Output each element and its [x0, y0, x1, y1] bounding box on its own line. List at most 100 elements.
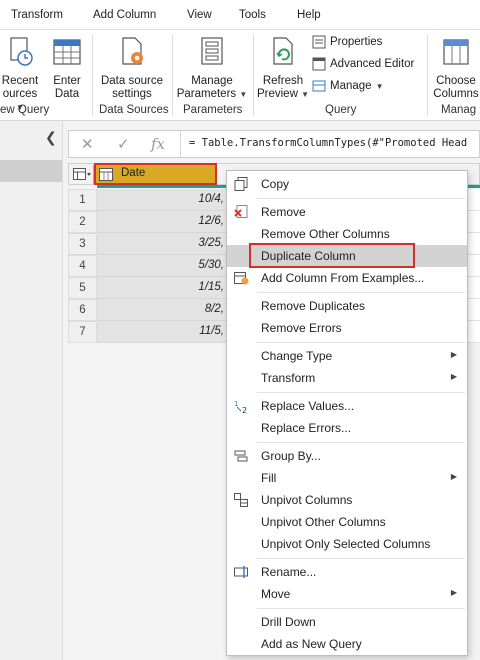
choose-columns-label-2: Columns: [433, 88, 479, 100]
data-source-settings-button[interactable]: Data source settings: [97, 36, 167, 101]
menu-item-remove-duplicates-label: Remove Duplicates: [261, 299, 366, 313]
table-menu-icon[interactable]: [73, 168, 91, 181]
menu-item-transform[interactable]: Transform ▶: [227, 367, 467, 389]
unpivot-columns-icon: [234, 493, 248, 507]
row-number: 5: [68, 277, 97, 299]
fx-icon[interactable]: fx: [151, 135, 165, 153]
submenu-arrow-icon: ▶: [450, 588, 457, 597]
manage-parameters-button[interactable]: Manage Parameters ▼: [176, 36, 248, 101]
advanced-editor-icon: [312, 57, 326, 71]
commit-icon[interactable]: ✓: [117, 135, 130, 153]
cancel-icon[interactable]: ✕: [81, 135, 94, 153]
copy-icon: [234, 177, 248, 191]
menu-item-add-as-new-query[interactable]: Add as New Query: [227, 633, 467, 655]
column-from-examples-icon: [234, 272, 249, 285]
collapse-pane-icon[interactable]: ❮: [45, 129, 57, 146]
formula-buttons: ✕ ✓ fx: [69, 131, 181, 157]
recent-sources-label-2: ources: [2, 88, 38, 100]
menu-item-unpivot-other-columns[interactable]: Unpivot Other Columns: [227, 511, 467, 533]
group-label-manage: Manag: [441, 104, 477, 116]
date-cell[interactable]: 5/30,: [97, 255, 228, 277]
menu-item-remove-other-columns-label: Remove Other Columns: [261, 227, 390, 241]
remove-icon: [234, 205, 248, 218]
menu-item-remove[interactable]: Remove: [227, 201, 467, 223]
date-cell[interactable]: 10/4,: [97, 189, 228, 211]
choose-columns-button[interactable]: Choose Columns: [431, 36, 480, 101]
date-cell[interactable]: 8/2,: [97, 299, 228, 321]
manage-button[interactable]: Manage ▼: [312, 79, 383, 93]
formula-input[interactable]: = Table.TransformColumnTypes(#"Promoted …: [189, 137, 467, 149]
menu-item-change-type-label: Change Type: [261, 349, 333, 363]
refresh-preview-label-1: Refresh: [262, 75, 304, 87]
advanced-editor-label: Advanced Editor: [330, 58, 415, 70]
date-cell[interactable]: 3/25,: [97, 233, 228, 255]
ribbon-separator: [427, 34, 428, 116]
menu-item-unpivot-columns[interactable]: Unpivot Columns: [227, 489, 467, 511]
tab-add-column[interactable]: Add Column: [93, 9, 156, 21]
menu-separator: [257, 292, 465, 293]
menu-item-rename[interactable]: Rename...: [227, 561, 467, 583]
row-number: 7: [68, 321, 97, 343]
menu-item-duplicate-column[interactable]: Duplicate Column: [227, 243, 467, 268]
column-context-menu: Copy Remove Remove Other Columns Duplica…: [226, 170, 468, 656]
properties-button[interactable]: Properties: [312, 35, 382, 49]
tab-tools[interactable]: Tools: [239, 9, 266, 21]
menu-item-replace-values[interactable]: 12 Replace Values...: [227, 395, 467, 417]
menu-item-unpivot-columns-label: Unpivot Columns: [261, 493, 353, 507]
enter-data-button[interactable]: Enter Data: [48, 36, 86, 101]
menu-item-replace-errors[interactable]: Replace Errors...: [227, 417, 467, 439]
refresh-preview-button[interactable]: Refresh Preview ▼: [256, 36, 310, 101]
recent-sources-label-1: Recent: [1, 75, 39, 87]
svg-text:2: 2: [242, 406, 247, 414]
manage-icon: [312, 80, 326, 92]
tab-view[interactable]: View: [187, 9, 212, 21]
duplicate-column-highlight: [249, 243, 415, 268]
menu-item-fill-label: Fill: [261, 471, 277, 485]
group-by-icon: [234, 450, 248, 462]
menu-item-remove-duplicates[interactable]: Remove Duplicates: [227, 295, 467, 317]
menu-item-fill[interactable]: Fill ▶: [227, 467, 467, 489]
menu-item-remove-label: Remove: [261, 205, 306, 219]
menu-item-add-column-from-examples[interactable]: Add Column From Examples...: [227, 267, 467, 289]
row-number: 2: [68, 211, 97, 233]
date-cell[interactable]: 1/15,: [97, 277, 228, 299]
menu-item-drill-down[interactable]: Drill Down: [227, 611, 467, 633]
tab-help[interactable]: Help: [297, 9, 321, 21]
menu-item-rename-label: Rename...: [261, 565, 317, 579]
advanced-editor-button[interactable]: Advanced Editor: [312, 57, 414, 71]
submenu-arrow-icon: ▶: [450, 350, 457, 359]
menu-item-copy-label: Copy: [261, 177, 290, 191]
refresh-icon: [273, 37, 293, 65]
menu-item-move-label: Move: [261, 587, 291, 601]
menu-item-unpivot-only-selected-columns[interactable]: Unpivot Only Selected Columns: [227, 533, 467, 555]
manage-parameters-label-2: Parameters: [176, 88, 237, 100]
menu-item-replace-errors-label: Replace Errors...: [261, 421, 352, 435]
date-cell[interactable]: 11/5,: [97, 321, 228, 343]
menu-item-move[interactable]: Move ▶: [227, 583, 467, 605]
group-label-query: Query: [325, 104, 357, 116]
menu-item-group-by[interactable]: Group By...: [227, 445, 467, 467]
menu-item-copy[interactable]: Copy: [227, 173, 467, 195]
row-number: 6: [68, 299, 97, 321]
properties-label: Properties: [330, 36, 383, 48]
menu-item-add-column-from-examples-label: Add Column From Examples...: [261, 271, 425, 285]
ribbon-tabs: Transform Add Column View Tools Help: [0, 0, 480, 30]
date-cell[interactable]: 12/6,: [97, 211, 228, 233]
rename-icon: [234, 566, 248, 578]
tab-transform[interactable]: Transform: [11, 9, 63, 21]
menu-item-unpivot-only-selected-columns-label: Unpivot Only Selected Columns: [261, 537, 431, 551]
menu-item-add-as-new-query-label: Add as New Query: [261, 637, 362, 651]
recent-sources-button[interactable]: Recent ources ▼: [0, 36, 40, 114]
choose-columns-icon: [443, 39, 469, 65]
menu-item-remove-other-columns[interactable]: Remove Other Columns: [227, 223, 467, 245]
menu-separator: [257, 342, 465, 343]
menu-item-remove-errors[interactable]: Remove Errors: [227, 317, 467, 339]
row-number: 3: [68, 233, 97, 255]
selected-query-item[interactable]: [0, 160, 62, 182]
data-source-settings-label-2: settings: [112, 88, 152, 100]
choose-columns-label-1: Choose: [436, 75, 476, 87]
menu-item-change-type[interactable]: Change Type ▶: [227, 345, 467, 367]
menu-item-drill-down-label: Drill Down: [261, 615, 316, 629]
queries-pane: ❮: [0, 121, 63, 660]
parameters-icon: [201, 37, 223, 65]
